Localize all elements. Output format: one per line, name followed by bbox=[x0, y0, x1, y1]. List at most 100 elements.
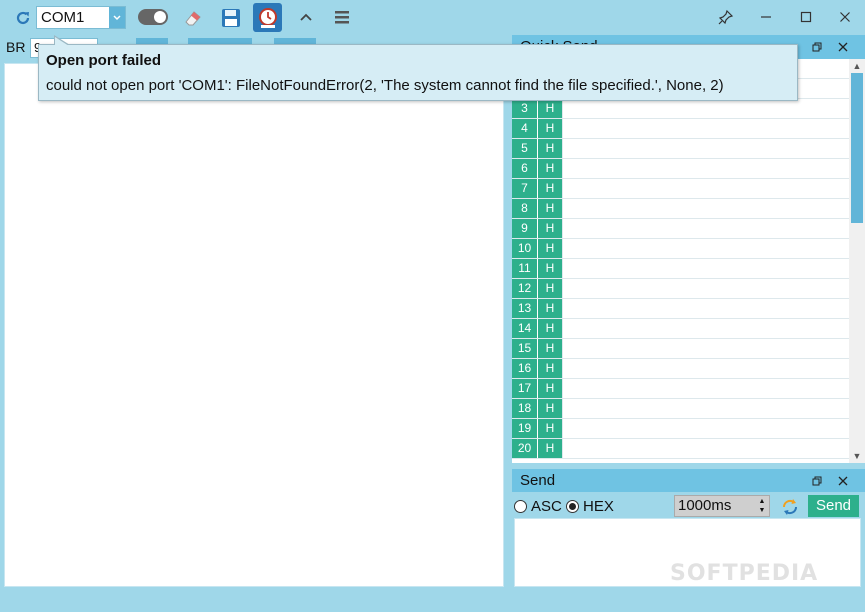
quick-send-mode[interactable]: H bbox=[538, 199, 562, 218]
hex-radio[interactable]: HEX bbox=[566, 498, 614, 515]
quick-send-number[interactable]: 4 bbox=[512, 119, 538, 138]
quick-send-mode[interactable]: H bbox=[538, 319, 562, 338]
scroll-down-icon[interactable]: ▼ bbox=[849, 449, 865, 463]
quick-send-mode[interactable]: H bbox=[538, 219, 562, 238]
quick-send-number[interactable]: 14 bbox=[512, 319, 538, 338]
quick-send-mode[interactable]: H bbox=[538, 119, 562, 138]
quick-send-text-field[interactable] bbox=[562, 279, 849, 298]
quick-send-row: 12 H bbox=[512, 279, 849, 299]
quick-send-row: 5H bbox=[512, 139, 849, 159]
float-icon[interactable] bbox=[808, 39, 826, 55]
quick-send-mode[interactable]: H bbox=[538, 419, 562, 438]
quick-send-mode[interactable]: H bbox=[538, 99, 562, 118]
refresh-icon bbox=[16, 11, 30, 25]
quick-send-number[interactable]: 13 bbox=[512, 299, 538, 318]
quick-send-number[interactable]: 15 bbox=[512, 339, 538, 358]
asc-radio[interactable]: ASC bbox=[514, 498, 562, 515]
quick-send-number[interactable]: 10 bbox=[512, 239, 538, 258]
quick-send-row: 17 H bbox=[512, 379, 849, 399]
quick-send-text-field[interactable] bbox=[562, 259, 849, 278]
quick-send-text-field[interactable] bbox=[562, 239, 849, 258]
save-button[interactable] bbox=[218, 5, 244, 31]
collapse-button[interactable] bbox=[294, 5, 318, 29]
quick-send-number[interactable]: 7 bbox=[512, 179, 538, 198]
quick-send-number[interactable]: 19 bbox=[512, 419, 538, 438]
quick-send-text-field[interactable] bbox=[562, 319, 849, 338]
quick-send-mode[interactable]: H bbox=[538, 139, 562, 158]
quick-send-text-field[interactable] bbox=[562, 179, 849, 198]
clear-button[interactable] bbox=[180, 5, 206, 31]
port-select[interactable]: COM1 bbox=[36, 6, 126, 29]
maximize-button[interactable] bbox=[794, 5, 818, 29]
tooltip-pointer-inner bbox=[55, 37, 69, 46]
send-button[interactable]: Send bbox=[808, 495, 859, 517]
quick-send-text-field[interactable] bbox=[562, 399, 849, 418]
menu-button[interactable] bbox=[330, 5, 354, 29]
loop-send-button[interactable] bbox=[779, 496, 801, 518]
quick-send-row: 19 H bbox=[512, 419, 849, 439]
quick-send-text-field[interactable] bbox=[562, 139, 849, 158]
quick-send-number[interactable]: 12 bbox=[512, 279, 538, 298]
quick-send-text-field[interactable] bbox=[562, 159, 849, 178]
pin-button[interactable] bbox=[714, 5, 738, 29]
quick-send-number[interactable]: 20 bbox=[512, 439, 538, 458]
quick-send-mode[interactable]: H bbox=[538, 439, 562, 458]
quick-send-number[interactable]: 18 bbox=[512, 399, 538, 418]
quick-send-list: 1H2H3H4H5H6H7H8H9H10H11H12H13H14H15H16H1… bbox=[512, 59, 849, 463]
timestamp-button[interactable] bbox=[253, 3, 282, 32]
chevron-down-icon[interactable]: ▼ bbox=[759, 506, 766, 515]
quick-send-text-field[interactable] bbox=[562, 199, 849, 218]
quick-send-text-field[interactable] bbox=[562, 219, 849, 238]
close-icon[interactable] bbox=[834, 473, 852, 489]
quick-send-text-field[interactable] bbox=[562, 299, 849, 318]
open-port-toggle[interactable] bbox=[136, 7, 170, 27]
quick-send-number[interactable]: 3 bbox=[512, 99, 538, 118]
quick-send-mode[interactable]: H bbox=[538, 339, 562, 358]
quick-send-text-field[interactable] bbox=[562, 339, 849, 358]
chevron-up-icon[interactable]: ▲ bbox=[759, 497, 766, 506]
minimize-icon bbox=[761, 16, 771, 18]
quick-send-mode[interactable]: H bbox=[538, 379, 562, 398]
send-controls: ASC HEX 1000ms ▲ ▼ Send bbox=[512, 493, 865, 519]
tooltip-title: Open port failed bbox=[46, 52, 162, 69]
scrollbar-thumb[interactable] bbox=[851, 73, 863, 223]
quick-send-mode[interactable]: H bbox=[538, 279, 562, 298]
quick-send-mode[interactable]: H bbox=[538, 359, 562, 378]
chevron-down-icon[interactable] bbox=[109, 7, 125, 28]
quick-send-number[interactable]: 5 bbox=[512, 139, 538, 158]
minimize-button[interactable] bbox=[754, 5, 778, 29]
quick-send-mode[interactable]: H bbox=[538, 159, 562, 178]
quick-send-text-field[interactable] bbox=[562, 119, 849, 138]
toolbar: COM1 bbox=[0, 0, 865, 35]
send-title: Send bbox=[520, 472, 556, 489]
quick-send-mode[interactable]: H bbox=[538, 399, 562, 418]
menu-icon bbox=[335, 11, 349, 24]
quick-send-mode[interactable]: H bbox=[538, 239, 562, 258]
quick-send-row: 4H bbox=[512, 119, 849, 139]
quick-send-mode[interactable]: H bbox=[538, 259, 562, 278]
quick-send-text-field[interactable] bbox=[562, 419, 849, 438]
quick-send-mode[interactable]: H bbox=[538, 179, 562, 198]
quick-send-text-field[interactable] bbox=[562, 439, 849, 458]
close-button[interactable] bbox=[833, 5, 857, 29]
refresh-button[interactable] bbox=[10, 6, 36, 30]
quick-send-number[interactable]: 8 bbox=[512, 199, 538, 218]
quick-send-number[interactable]: 16 bbox=[512, 359, 538, 378]
receive-area[interactable] bbox=[4, 63, 504, 587]
float-icon[interactable] bbox=[808, 473, 826, 489]
quick-send-number[interactable]: 17 bbox=[512, 379, 538, 398]
quick-send-number[interactable]: 6 bbox=[512, 159, 538, 178]
close-icon[interactable] bbox=[834, 39, 852, 55]
quick-send-text-field[interactable] bbox=[562, 99, 849, 118]
scroll-up-icon[interactable]: ▲ bbox=[849, 59, 865, 73]
quick-send-scrollbar[interactable]: ▲ ▼ bbox=[849, 59, 865, 463]
quick-send-mode[interactable]: H bbox=[538, 299, 562, 318]
quick-send-number[interactable]: 11 bbox=[512, 259, 538, 278]
quick-send-text-field[interactable] bbox=[562, 379, 849, 398]
quick-send-text-field[interactable] bbox=[562, 359, 849, 378]
asc-label: ASC bbox=[531, 498, 562, 515]
send-header: Send bbox=[512, 469, 865, 492]
send-input[interactable]: SOFTPEDIA bbox=[514, 518, 861, 587]
interval-stepper[interactable]: ▲ ▼ bbox=[754, 495, 770, 517]
quick-send-number[interactable]: 9 bbox=[512, 219, 538, 238]
